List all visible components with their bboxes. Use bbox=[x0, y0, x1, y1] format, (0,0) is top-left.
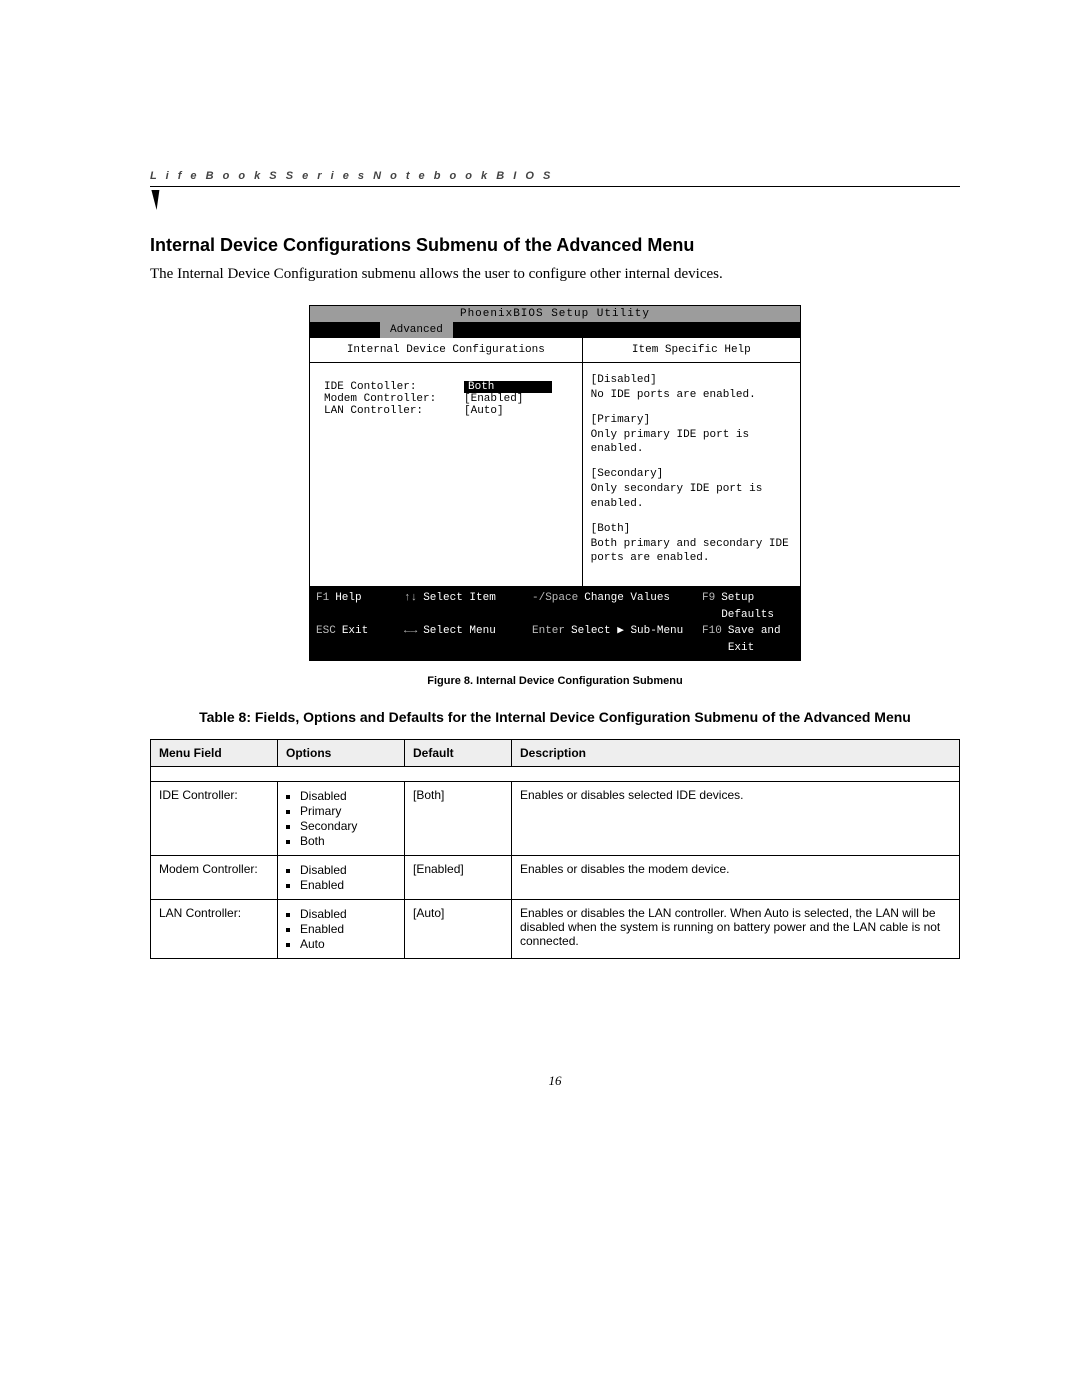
bios-left-heading: Internal Device Configurations bbox=[310, 338, 582, 363]
option-item: Enabled bbox=[300, 922, 396, 936]
option-item: Enabled bbox=[300, 878, 396, 892]
th-default: Default bbox=[405, 740, 512, 767]
bios-key: F1 bbox=[316, 590, 329, 607]
bios-key-label: Select Item bbox=[423, 590, 496, 607]
bios-footer: F1 Help ↑↓ Select Item -/Space Change Value… bbox=[310, 586, 800, 660]
bios-help-entry: [Secondary]Only secondary IDE port is en… bbox=[591, 467, 792, 512]
option-item: Disabled bbox=[300, 789, 396, 803]
cell-desc: Enables or disables the modem device. bbox=[512, 856, 960, 900]
bios-title: PhoenixBIOS Setup Utility bbox=[310, 306, 800, 322]
figure-caption: Figure 8. Internal Device Configuration … bbox=[150, 675, 960, 687]
cell-options: Disabled Enabled Auto bbox=[278, 900, 405, 959]
cell-field: Modem Controller: bbox=[151, 856, 278, 900]
bios-screenshot: PhoenixBIOS Setup Utility Advanced Inter… bbox=[309, 305, 801, 661]
bios-help-entry: [Disabled]No IDE ports are enabled. bbox=[591, 373, 792, 403]
bios-key: ←→ bbox=[404, 623, 417, 640]
bios-menu-advanced: Advanced bbox=[380, 322, 453, 338]
option-item: Secondary bbox=[300, 819, 396, 833]
page-content: L i f e B o o k S S e r i e s N o t e b … bbox=[150, 170, 960, 959]
section-intro: The Internal Device Configuration submen… bbox=[150, 266, 960, 283]
table-caption: Table 8: Fields, Options and Defaults fo… bbox=[150, 709, 960, 725]
option-item: Disabled bbox=[300, 863, 396, 877]
option-item: Disabled bbox=[300, 907, 396, 921]
table-row: LAN Controller: Disabled Enabled Auto [A… bbox=[151, 900, 960, 959]
bios-field-label: LAN Controller: bbox=[324, 405, 464, 417]
cell-desc: Enables or disables the LAN controller. … bbox=[512, 900, 960, 959]
bios-field-value-selected: Both bbox=[464, 381, 552, 393]
bios-key-label: Setup Defaults bbox=[721, 590, 794, 623]
table-row: IDE Controller: Disabled Primary Seconda… bbox=[151, 782, 960, 856]
cell-desc: Enables or disables selected IDE devices… bbox=[512, 782, 960, 856]
bios-key: ↑↓ bbox=[404, 590, 417, 607]
bios-key: Enter bbox=[532, 623, 565, 640]
table-row: Modem Controller: Disabled Enabled [Enab… bbox=[151, 856, 960, 900]
bios-menubar: Advanced bbox=[310, 322, 800, 338]
bios-help-entry: [Primary]Only primary IDE port is enable… bbox=[591, 413, 792, 458]
bios-help-entry: [Both]Both primary and secondary IDE por… bbox=[591, 522, 792, 567]
option-item: Auto bbox=[300, 937, 396, 951]
th-description: Description bbox=[512, 740, 960, 767]
page-number: 16 bbox=[150, 1073, 960, 1089]
bios-field-label: IDE Contoller: bbox=[324, 381, 464, 393]
cell-default: [Enabled] bbox=[405, 856, 512, 900]
bios-field-value: [Enabled] bbox=[464, 393, 544, 405]
bios-key-label: Change Values bbox=[584, 590, 670, 607]
bios-key: -/Space bbox=[532, 590, 578, 607]
bios-field-label: Modem Controller: bbox=[324, 393, 464, 405]
section-title: Internal Device Configurations Submenu o… bbox=[150, 235, 960, 256]
bios-right-heading: Item Specific Help bbox=[583, 338, 800, 363]
bios-key-label: Select Menu bbox=[423, 623, 496, 640]
cell-options: Disabled Primary Secondary Both bbox=[278, 782, 405, 856]
cell-options: Disabled Enabled bbox=[278, 856, 405, 900]
running-header: L i f e B o o k S S e r i e s N o t e b … bbox=[150, 170, 960, 187]
spec-table: Menu Field Options Default Description I… bbox=[150, 739, 960, 959]
th-options: Options bbox=[278, 740, 405, 767]
bios-help-panel: [Disabled]No IDE ports are enabled. [Pri… bbox=[583, 363, 800, 586]
bios-fields: IDE Contoller: Both Modem Controller: [E… bbox=[310, 363, 582, 537]
bios-key: F9 bbox=[702, 590, 715, 607]
bios-key-label: Select ▶ Sub-Menu bbox=[571, 623, 683, 640]
option-item: Primary bbox=[300, 804, 396, 818]
bios-key: ESC bbox=[316, 623, 336, 640]
bios-key: F10 bbox=[702, 623, 722, 640]
cell-field: IDE Controller: bbox=[151, 782, 278, 856]
cell-field: LAN Controller: bbox=[151, 900, 278, 959]
cell-default: [Both] bbox=[405, 782, 512, 856]
bios-field-value: [Auto] bbox=[464, 405, 544, 417]
cell-default: [Auto] bbox=[405, 900, 512, 959]
th-menu-field: Menu Field bbox=[151, 740, 278, 767]
bios-key-label: Help bbox=[335, 590, 361, 607]
option-item: Both bbox=[300, 834, 396, 848]
bios-key-label: Save and Exit bbox=[728, 623, 794, 656]
bios-key-label: Exit bbox=[342, 623, 368, 640]
